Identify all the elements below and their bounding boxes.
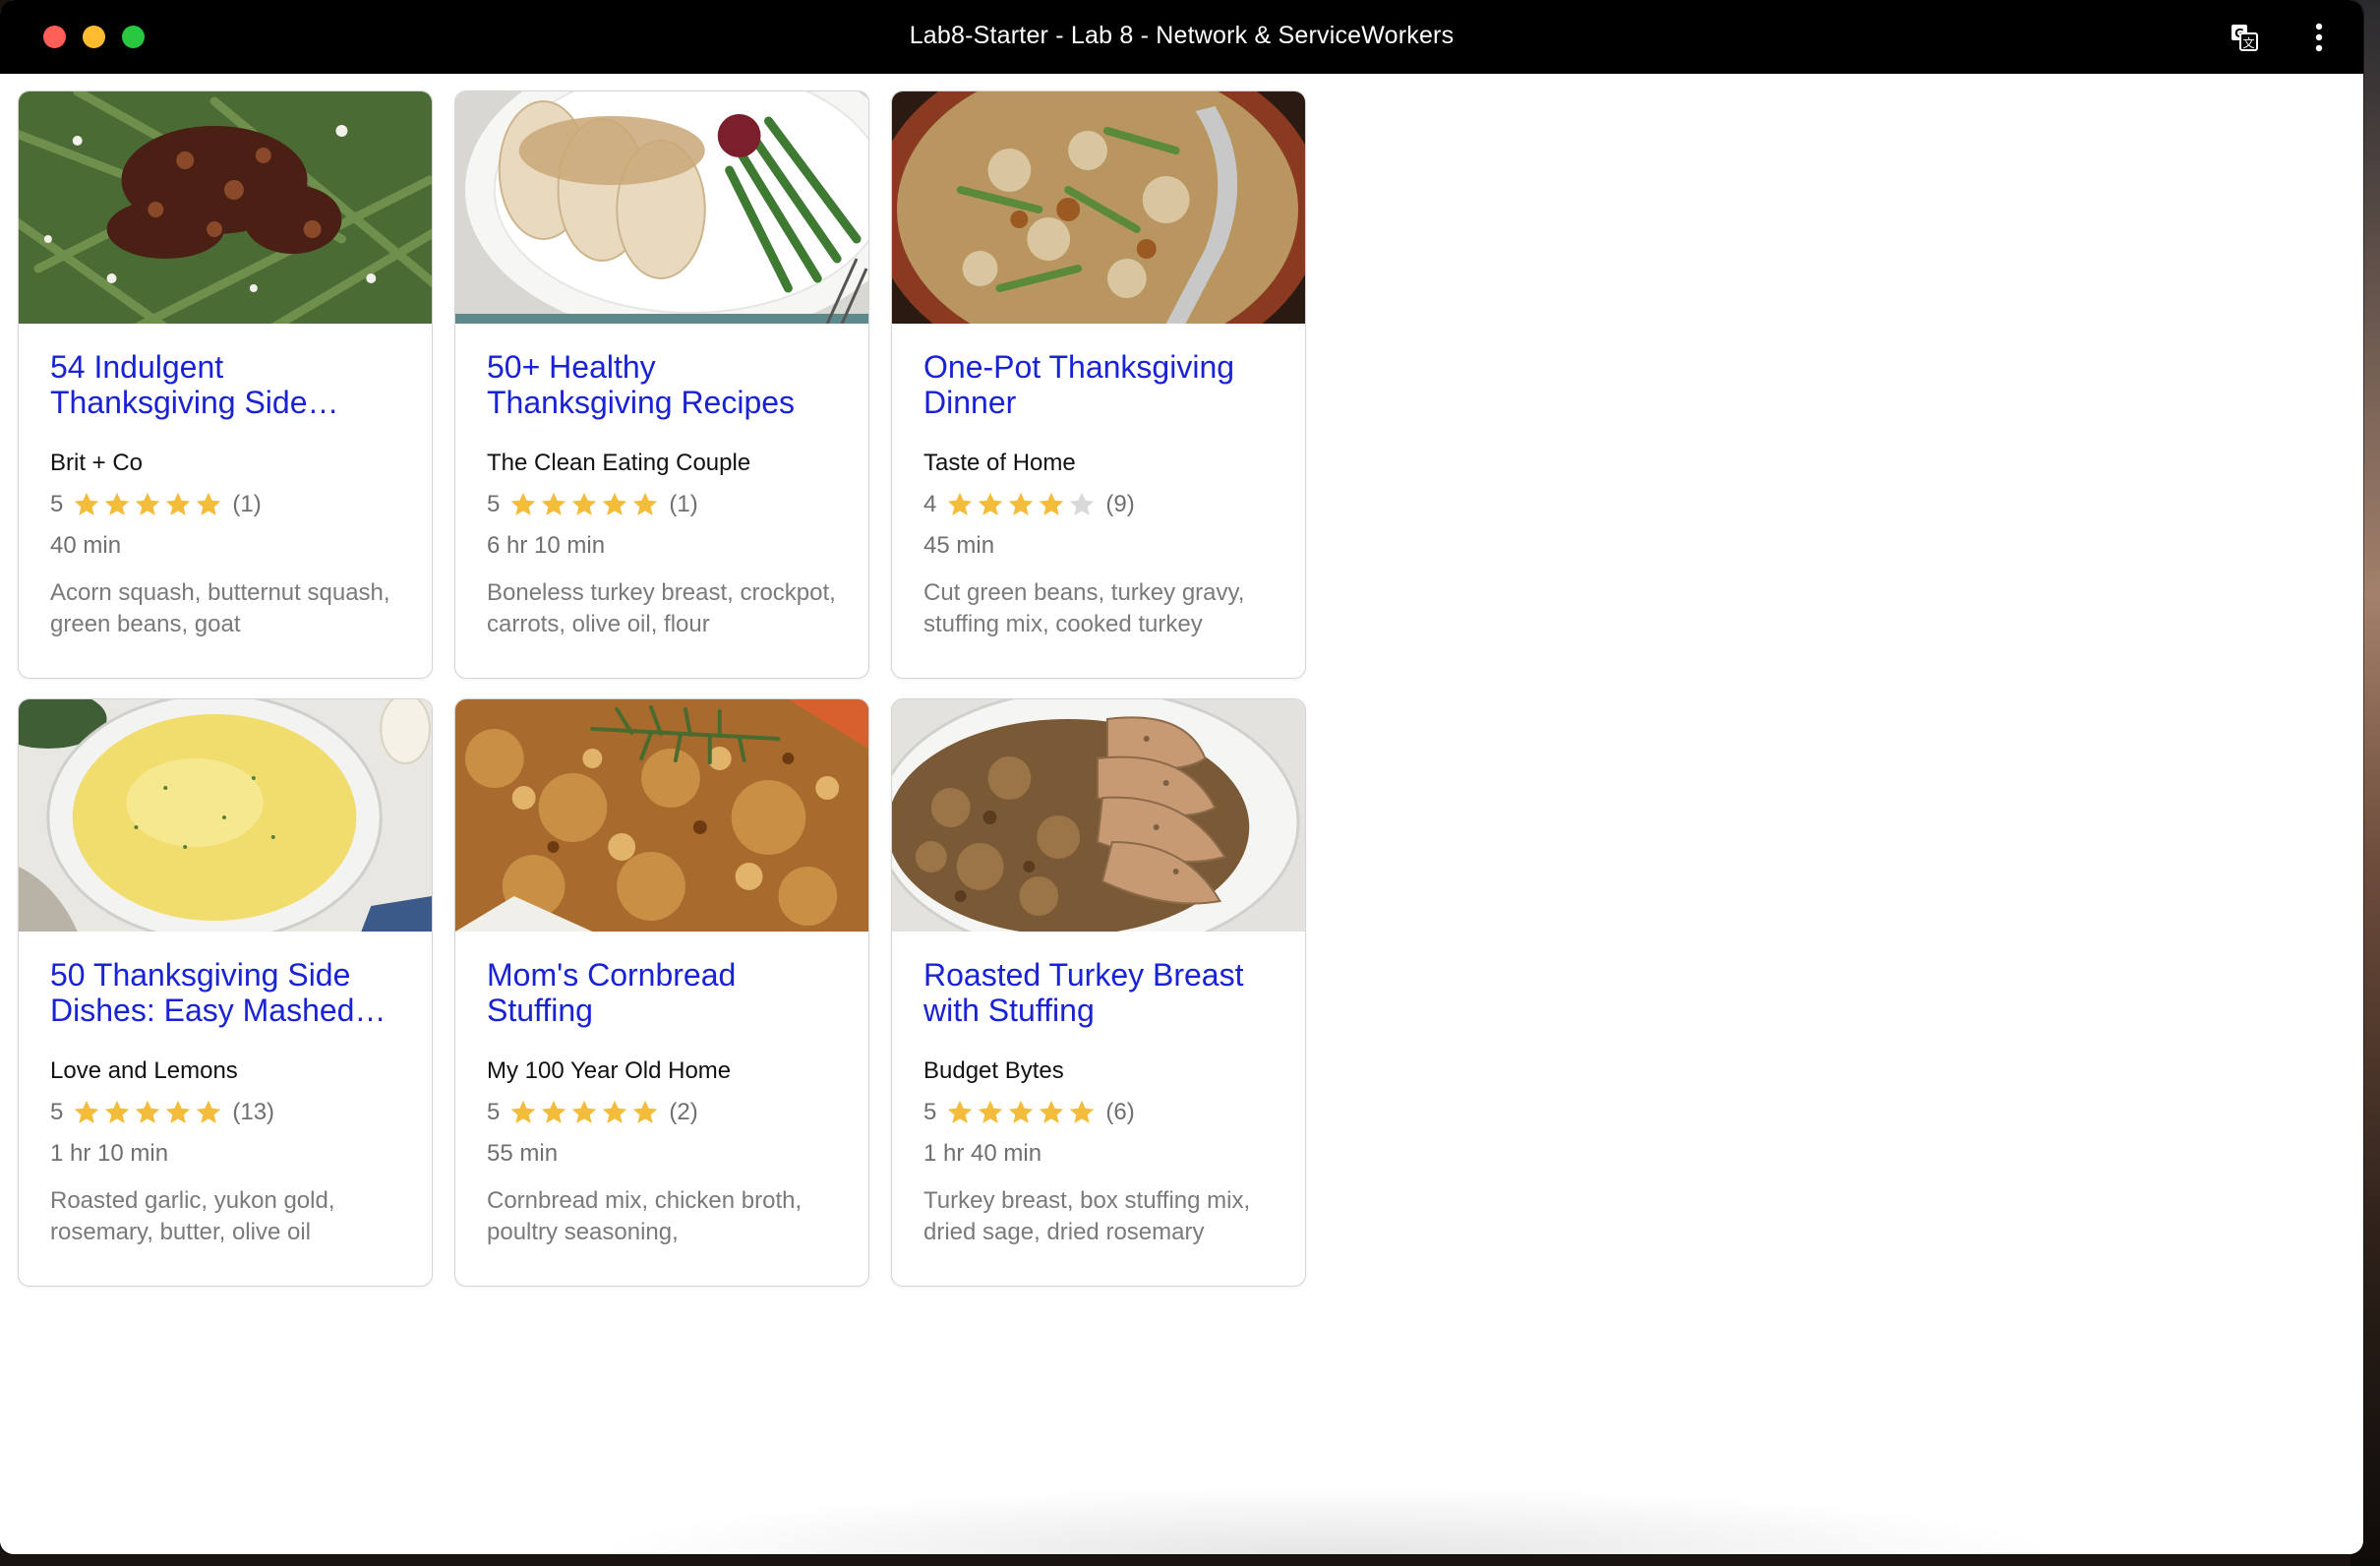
star-filled-icon [1009,492,1034,515]
recipe-title-link[interactable]: Roasted Turkey Breast with Stuffing [923,957,1285,1028]
star-filled-icon [511,492,536,515]
star-filled-icon [197,1100,221,1123]
recipe-time: 6 hr 10 min [487,532,606,559]
star-filled-icon [166,1100,191,1123]
recipe-ingredients: Roasted garlic, yukon gold, rosemary, bu… [50,1187,335,1245]
recipe-ingredients: Cornbread mix, chicken broth, poultry se… [487,1187,803,1245]
bottom-shadow [590,1485,2065,1554]
star-filled-icon [633,492,658,515]
star-filled-icon [542,492,566,515]
review-count: (2) [669,1099,698,1125]
rating-value: 5 [487,1099,501,1125]
recipe-title-link[interactable]: One-Pot Thanksgiving Dinner [923,349,1285,420]
star-filled-icon [136,492,160,515]
recipe-time: 45 min [923,532,995,559]
review-count: (13) [232,1099,275,1125]
recipe-ingredients: Turkey breast, box stuffing mix, dried s… [923,1187,1251,1245]
recipe-source: The Clean Eating Couple [487,450,751,476]
recipe-rating: 5 (1) [487,490,849,519]
star-filled-icon [1009,1100,1034,1123]
recipe-rating: 5 (2) [487,1098,849,1127]
recipe-image [19,91,432,324]
star-empty-icon [1070,492,1095,515]
star-filled-icon [603,1100,627,1123]
star-rating [73,491,222,518]
star-filled-icon [603,492,627,515]
recipe-rating: 5 (1) [50,490,412,519]
rating-value: 5 [487,491,501,517]
recipe-source: Taste of Home [923,450,1076,476]
recipe-card[interactable]: One-Pot Thanksgiving Dinner Taste of Hom… [891,90,1306,679]
recipe-card[interactable]: 50+ Healthy Thanksgiving Recipes The Cle… [454,90,869,679]
rating-value: 5 [50,1099,64,1125]
star-filled-icon [633,1100,658,1123]
star-filled-icon [1070,1100,1095,1123]
recipe-image [892,699,1305,932]
more-options-icon[interactable] [2313,22,2325,53]
rating-value: 5 [50,491,64,517]
recipe-time: 1 hr 40 min [923,1140,1042,1167]
star-filled-icon [166,492,191,515]
recipe-rating: 4 (9) [923,490,1285,519]
recipe-title-link[interactable]: 50+ Healthy Thanksgiving Recipes [487,349,849,420]
star-rating [73,1099,222,1126]
star-filled-icon [75,492,99,515]
star-filled-icon [948,492,973,515]
star-filled-icon [75,1100,99,1123]
recipe-title-link[interactable]: Mom's Cornbread Stuffing [487,957,849,1028]
recipe-card[interactable]: Roasted Turkey Breast with Stuffing Budg… [891,698,1306,1287]
recipe-source: Budget Bytes [923,1057,1064,1084]
title-bar: Lab8-Starter - Lab 8 - Network & Service… [0,0,2363,74]
recipe-card[interactable]: 50 Thanksgiving Side Dishes: Easy Mashed… [18,698,433,1287]
recipe-image [455,699,868,932]
recipe-ingredients: Cut green beans, turkey gravy, stuffing … [923,579,1245,637]
recipe-rating: 5 (6) [923,1098,1285,1127]
recipe-time: 1 hr 10 min [50,1140,169,1167]
recipe-source: Brit + Co [50,450,144,476]
star-filled-icon [136,1100,160,1123]
review-count: (1) [669,491,698,517]
review-count: (1) [232,491,262,517]
recipe-source: Love and Lemons [50,1057,238,1084]
recipe-title-link[interactable]: 50 Thanksgiving Side Dishes: Easy Mashed… [50,957,412,1028]
review-count: (9) [1105,491,1135,517]
star-filled-icon [1040,1100,1064,1123]
star-filled-icon [105,1100,130,1123]
window-title: Lab8-Starter - Lab 8 - Network & Service… [909,22,1455,49]
star-filled-icon [572,492,597,515]
star-rating [946,1099,1096,1126]
star-rating [946,491,1096,518]
recipe-image [455,91,868,324]
browser-window: Lab8-Starter - Lab 8 - Network & Service… [0,0,2363,1554]
star-filled-icon [511,1100,536,1123]
recipe-image [892,91,1305,324]
star-filled-icon [1040,492,1064,515]
recipe-time: 55 min [487,1140,559,1167]
recipe-source: My 100 Year Old Home [487,1057,732,1084]
star-rating [509,1099,659,1126]
translate-icon[interactable]: G 文 [2231,24,2258,51]
recipe-time: 40 min [50,532,122,559]
star-filled-icon [572,1100,597,1123]
recipe-image [19,699,432,932]
star-filled-icon [542,1100,566,1123]
svg-text:文: 文 [2242,35,2254,50]
review-count: (6) [1105,1099,1135,1125]
star-filled-icon [197,492,221,515]
rating-value: 5 [923,1099,937,1125]
recipe-card[interactable]: 54 Indulgent Thanksgiving Side… Brit + C… [18,90,433,679]
page-content: 54 Indulgent Thanksgiving Side… Brit + C… [0,74,2363,1554]
star-filled-icon [105,492,130,515]
star-filled-icon [979,1100,1003,1123]
star-filled-icon [948,1100,973,1123]
recipe-ingredients: Boneless turkey breast, crockpot, carrot… [487,579,836,637]
recipe-title-link[interactable]: 54 Indulgent Thanksgiving Side… [50,349,412,420]
recipe-ingredients: Acorn squash, butternut squash, green be… [50,579,390,637]
recipe-grid: 54 Indulgent Thanksgiving Side… Brit + C… [18,90,1308,1287]
recipe-rating: 5 (13) [50,1098,412,1127]
star-rating [509,491,659,518]
rating-value: 4 [923,491,937,517]
recipe-card[interactable]: Mom's Cornbread Stuffing My 100 Year Old… [454,698,869,1287]
star-filled-icon [979,492,1003,515]
